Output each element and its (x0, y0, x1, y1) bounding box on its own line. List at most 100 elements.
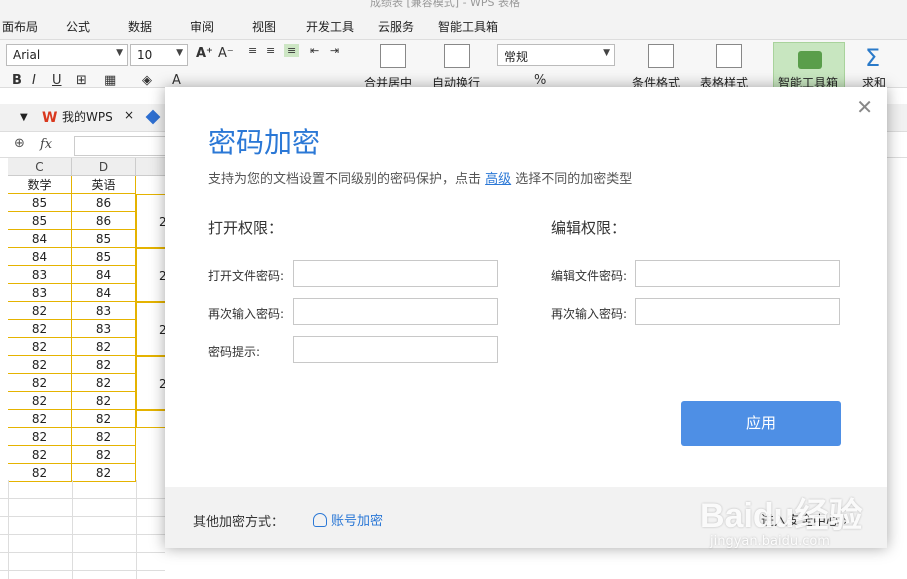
tab-close-icon[interactable]: × (124, 108, 134, 122)
menu-view[interactable]: 视图 (252, 18, 276, 35)
menu-smart-tools[interactable]: 智能工具箱 (438, 18, 498, 35)
menu-page-layout[interactable]: 面布局 (2, 18, 38, 35)
align-middle-icon[interactable]: ≡ (266, 44, 275, 57)
table-cell-c[interactable]: 82 (8, 374, 72, 392)
menu-cloud[interactable]: 云服务 (378, 18, 414, 35)
table-cell-d[interactable]: 82 (72, 446, 136, 464)
menu-formulas[interactable]: 公式 (66, 18, 90, 35)
chevron-down-icon: ▼ (116, 48, 123, 58)
open-password-field[interactable] (293, 260, 498, 287)
fx-icon[interactable]: fx (40, 137, 52, 152)
bold-button[interactable]: B (12, 73, 22, 88)
merged-cell[interactable]: 2 (136, 302, 168, 356)
grow-font-button[interactable]: A⁺ (196, 46, 213, 61)
close-icon[interactable]: ✕ (856, 95, 873, 119)
edit-confirm-field[interactable] (635, 298, 840, 325)
border-icon[interactable]: ⊞ (76, 73, 87, 88)
align-bottom-icon[interactable]: ≡ (284, 44, 300, 57)
hint-field[interactable] (293, 336, 498, 363)
table-cell-d[interactable]: 82 (72, 356, 136, 374)
table-cell-c[interactable]: 82 (8, 464, 72, 482)
column-header-d[interactable]: D (72, 158, 136, 176)
table-cell-c[interactable]: 85 (8, 194, 72, 212)
fill-color-icon[interactable]: ▦ (104, 73, 116, 88)
apply-button[interactable]: 应用 (681, 401, 841, 446)
table-cell-d[interactable]: 83 (72, 320, 136, 338)
subtitle-text-before: 支持为您的文档设置不同级别的密码保护，点击 (208, 172, 486, 187)
font-name-select[interactable]: Arial ▼ (6, 44, 128, 66)
open-confirm-field[interactable] (293, 298, 498, 325)
column-header-c[interactable]: C (8, 158, 72, 176)
table-cell-d[interactable]: 86 (72, 212, 136, 230)
merged-cell[interactable]: 2 (136, 194, 168, 248)
table-cell-d[interactable]: 84 (72, 284, 136, 302)
table-cell-c[interactable]: 82 (8, 428, 72, 446)
account-encrypt-link[interactable]: 账号加密 (313, 510, 383, 529)
sum-icon[interactable]: Σ (865, 44, 880, 72)
cube-icon[interactable] (145, 109, 161, 125)
table-style-icon[interactable] (716, 44, 742, 68)
underline-button[interactable]: U (52, 73, 62, 88)
grid-line (72, 480, 73, 579)
menu-review[interactable]: 审阅 (190, 18, 214, 35)
table-cell-c[interactable]: 83 (8, 284, 72, 302)
menu-data[interactable]: 数据 (128, 18, 152, 35)
window-title: 成绩表 [兼容模式] - WPS 表格 (370, 0, 521, 9)
header-cell-math[interactable]: 数学 (8, 176, 72, 194)
wrap-text-icon[interactable] (444, 44, 470, 68)
shrink-font-button[interactable]: A⁻ (218, 46, 234, 61)
menu-developer[interactable]: 开发工具 (306, 18, 354, 35)
italic-button[interactable]: I (32, 73, 36, 88)
percent-button[interactable]: % (534, 73, 546, 88)
table-cell-d[interactable]: 82 (72, 410, 136, 428)
table-cell-d[interactable]: 82 (72, 374, 136, 392)
table-cell-c[interactable]: 82 (8, 356, 72, 374)
open-password-label: 打开文件密码: (208, 269, 285, 283)
table-cell-c[interactable]: 85 (8, 212, 72, 230)
formula-input[interactable] (74, 136, 174, 156)
table-cell-c[interactable]: 84 (8, 230, 72, 248)
table-cell-c[interactable]: 82 (8, 410, 72, 428)
table-cell-c[interactable]: 82 (8, 302, 72, 320)
table-cell-c[interactable]: 84 (8, 248, 72, 266)
table-cell-c[interactable]: 82 (8, 320, 72, 338)
paint-bucket-icon[interactable]: ◈ (142, 73, 152, 88)
grid-line (0, 534, 165, 535)
table-cell-d[interactable]: 82 (72, 392, 136, 410)
merged-cell[interactable] (136, 410, 168, 428)
hint-label: 密码提示: (208, 345, 261, 359)
dialog-title: 密码加密 (208, 126, 321, 159)
password-encryption-dialog: ✕ 密码加密 支持为您的文档设置不同级别的密码保护，点击 高级 选择不同的加密类… (165, 87, 887, 548)
table-cell-d[interactable]: 86 (72, 194, 136, 212)
number-format-select[interactable]: 常规 ▼ (497, 44, 615, 66)
table-cell-d[interactable]: 84 (72, 266, 136, 284)
merge-center-icon[interactable] (380, 44, 406, 68)
watermark-url: jingyan.baidu.com (710, 534, 830, 549)
tab-my-wps[interactable]: 我的WPS (62, 108, 113, 125)
font-color-icon[interactable]: A (172, 73, 181, 88)
merged-cell[interactable]: 2 (136, 356, 168, 410)
table-cell-d[interactable]: 85 (72, 230, 136, 248)
font-size-select[interactable]: 10 ▼ (130, 44, 188, 66)
zoom-icon[interactable]: ⊕ (14, 136, 25, 151)
tab-dropdown-icon[interactable]: ▼ (20, 112, 28, 123)
table-cell-d[interactable]: 85 (72, 248, 136, 266)
merged-cell[interactable]: 2 (136, 248, 168, 302)
advanced-link[interactable]: 高级 (485, 172, 511, 187)
indent-decrease-icon[interactable]: ⇤ (310, 44, 319, 57)
table-cell-c[interactable]: 83 (8, 266, 72, 284)
table-cell-d[interactable]: 83 (72, 302, 136, 320)
font-name-value: Arial (13, 48, 41, 62)
edit-password-field[interactable] (635, 260, 840, 287)
align-top-icon[interactable]: ≡ (248, 44, 257, 57)
table-cell-d[interactable]: 82 (72, 338, 136, 356)
header-cell-english[interactable]: 英语 (72, 176, 136, 194)
indent-increase-icon[interactable]: ⇥ (330, 44, 339, 57)
conditional-format-icon[interactable] (648, 44, 674, 68)
table-cell-d[interactable]: 82 (72, 428, 136, 446)
column-header-e[interactable] (136, 158, 168, 176)
table-cell-c[interactable]: 82 (8, 338, 72, 356)
table-cell-c[interactable]: 82 (8, 446, 72, 464)
table-cell-c[interactable]: 82 (8, 392, 72, 410)
table-cell-d[interactable]: 82 (72, 464, 136, 482)
